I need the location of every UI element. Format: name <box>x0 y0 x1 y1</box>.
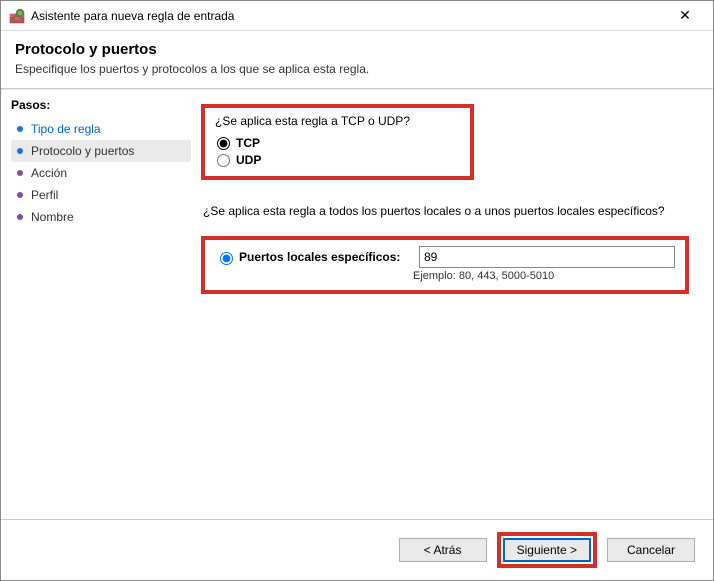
ports-question: ¿Se aplica esta regla a todos los puerto… <box>203 204 689 218</box>
step-label: Acción <box>31 166 67 180</box>
step-label: Protocolo y puertos <box>31 144 134 158</box>
firewall-icon <box>9 8 25 24</box>
step-tipo-de-regla[interactable]: Tipo de regla <box>11 118 191 140</box>
radio-udp-label: UDP <box>236 153 261 167</box>
bullet-icon <box>17 148 23 154</box>
close-button[interactable]: ✕ <box>665 2 705 30</box>
titlebar: Asistente para nueva regla de entrada ✕ <box>1 1 713 31</box>
step-accion: Acción <box>11 162 191 184</box>
radio-tcp[interactable] <box>217 137 230 150</box>
cancel-button[interactable]: Cancelar <box>607 538 695 562</box>
bullet-icon <box>17 126 23 132</box>
radio-udp[interactable] <box>217 154 230 167</box>
radio-specific-ports[interactable] <box>220 252 233 265</box>
highlight-protocol: ¿Se aplica esta regla a TCP o UDP? TCP U… <box>201 104 474 180</box>
main-panel: ¿Se aplica esta regla a TCP o UDP? TCP U… <box>191 90 713 519</box>
page-title: Protocolo y puertos <box>15 41 699 58</box>
specific-ports-row[interactable]: Puertos locales específicos: <box>215 246 675 268</box>
radio-udp-row[interactable]: UDP <box>217 153 410 167</box>
radio-tcp-label: TCP <box>236 136 260 150</box>
step-perfil: Perfil <box>11 184 191 206</box>
step-label: Nombre <box>31 210 74 224</box>
bullet-icon <box>17 214 23 220</box>
highlight-ports: Puertos locales específicos: Ejemplo: 80… <box>201 236 689 294</box>
page-subtitle: Especifique los puertos y protocolos a l… <box>15 62 699 76</box>
protocol-question: ¿Se aplica esta regla a TCP o UDP? <box>215 114 410 128</box>
wizard-header: Protocolo y puertos Especifique los puer… <box>1 31 713 88</box>
back-button[interactable]: < Atrás <box>399 538 487 562</box>
bullet-icon <box>17 192 23 198</box>
bullet-icon <box>17 170 23 176</box>
specific-ports-label: Puertos locales específicos: <box>239 250 419 264</box>
wizard-footer: < Atrás Siguiente > Cancelar <box>1 519 713 580</box>
wizard-body: Pasos: Tipo de regla Protocolo y puertos… <box>1 90 713 519</box>
step-link[interactable]: Tipo de regla <box>31 122 101 136</box>
highlight-next: Siguiente > <box>497 532 597 568</box>
window-title: Asistente para nueva regla de entrada <box>31 9 665 23</box>
next-button[interactable]: Siguiente > <box>503 538 591 562</box>
steps-heading: Pasos: <box>11 98 191 112</box>
radio-tcp-row[interactable]: TCP <box>217 136 410 150</box>
steps-sidebar: Pasos: Tipo de regla Protocolo y puertos… <box>1 90 191 519</box>
ports-input[interactable] <box>419 246 675 268</box>
step-nombre: Nombre <box>11 206 191 228</box>
step-protocolo-y-puertos[interactable]: Protocolo y puertos <box>11 140 191 162</box>
wizard-window: Asistente para nueva regla de entrada ✕ … <box>0 0 714 581</box>
step-label: Perfil <box>31 188 58 202</box>
ports-example: Ejemplo: 80, 443, 5000-5010 <box>413 270 675 282</box>
